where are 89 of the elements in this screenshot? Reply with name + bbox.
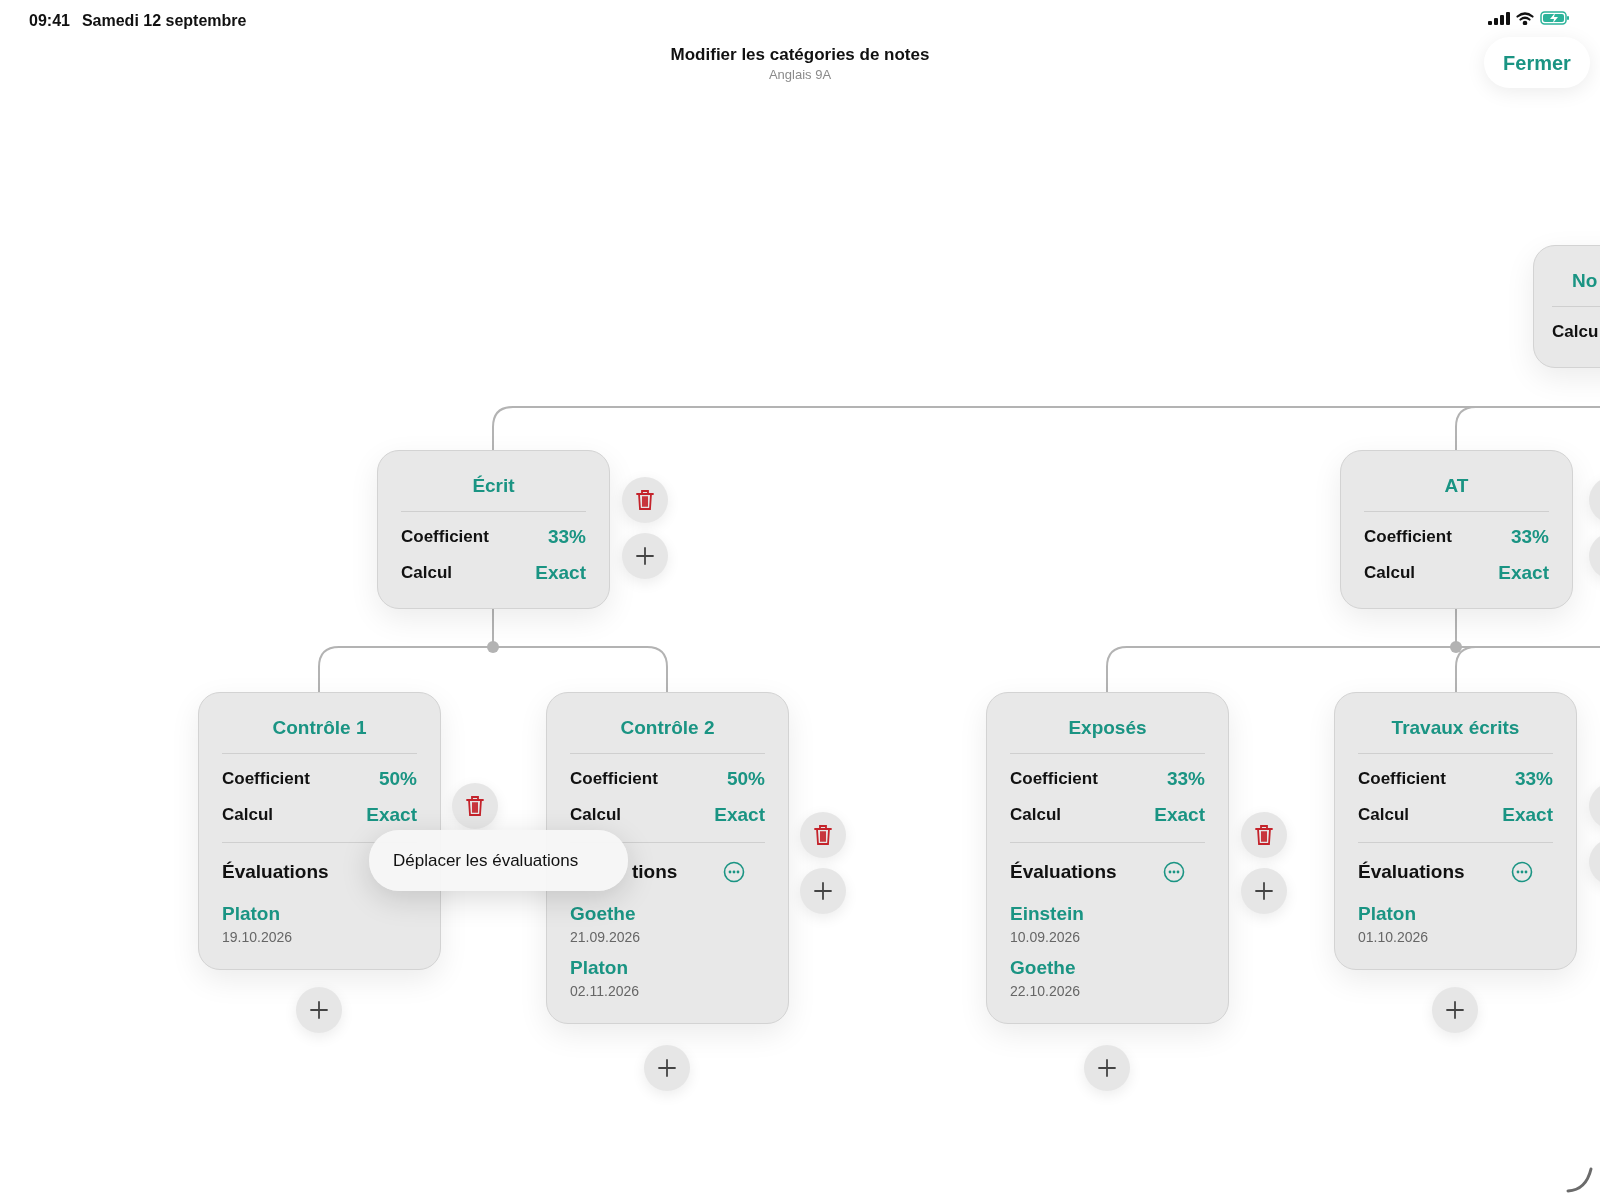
category-card[interactable]: Écrit Coefficient 33% Calcul Exact (377, 450, 610, 609)
evaluation-date: 02.11.2026 (570, 982, 641, 1001)
row-value[interactable]: 33% (1510, 522, 1549, 552)
evaluations-label: Évaluations (1358, 859, 1465, 884)
evaluation-name[interactable]: Platon (570, 955, 765, 981)
plus-icon (636, 547, 654, 565)
plus-icon (310, 1001, 328, 1019)
page-title: Modifier les catégories de notes (670, 44, 930, 66)
evaluation-date: 21.09.2026 (570, 928, 642, 947)
row-label: Calcul (1358, 804, 1410, 827)
junction-dot (1450, 641, 1462, 653)
delete-button[interactable] (452, 783, 498, 829)
category-card[interactable]: No Calcu (1533, 245, 1600, 368)
row-label: Coefficient (1010, 768, 1098, 791)
corner-arc-icon (1566, 1166, 1594, 1194)
row-value[interactable]: 50% (378, 764, 417, 794)
more-icon[interactable] (1163, 861, 1185, 883)
row-label: Coefficient (570, 768, 658, 791)
category-title: Écrit (472, 475, 515, 496)
plus-icon (814, 882, 832, 900)
more-icon[interactable] (723, 861, 745, 883)
add-button[interactable] (296, 987, 342, 1033)
evaluation-date: 01.10.2026 (1358, 928, 1430, 947)
evaluations-label: Évaluations (222, 859, 329, 884)
evaluation-name[interactable]: Goethe (570, 901, 765, 927)
row-label: Coefficient (1358, 768, 1446, 791)
add-button[interactable] (800, 868, 846, 914)
row-value[interactable]: Exact (1498, 558, 1549, 588)
row-value[interactable]: Exact (535, 558, 586, 588)
category-title: Exposés (1068, 717, 1147, 738)
evaluations-label: tions (632, 859, 678, 884)
battery-charging-icon (1540, 11, 1570, 25)
category-title: No (1572, 270, 1598, 291)
evaluation-name[interactable]: Einstein (1010, 901, 1205, 927)
status-time: 09:41 (29, 11, 70, 31)
row-label: Coefficient (401, 526, 489, 549)
trash-icon (466, 795, 484, 817)
status-date: Samedi 12 septembre (81, 11, 247, 31)
row-label: Calcu (1552, 321, 1599, 344)
row-value[interactable]: 33% (1166, 764, 1205, 794)
row-label: Calcul (401, 562, 453, 585)
plus-icon (1446, 1001, 1464, 1019)
row-label: Calcul (1364, 562, 1416, 585)
trash-icon (1255, 824, 1273, 846)
evaluations-label: Évaluations (1010, 859, 1117, 884)
category-card[interactable]: AT Coefficient 33% Calcul Exact (1340, 450, 1573, 609)
row-value[interactable]: Exact (366, 800, 417, 830)
row-value[interactable]: Exact (714, 800, 765, 830)
trash-icon (636, 489, 654, 511)
delete-button[interactable] (800, 812, 846, 858)
plus-icon (658, 1059, 676, 1077)
row-value[interactable]: 33% (1514, 764, 1553, 794)
row-value[interactable]: 33% (547, 522, 586, 552)
add-button[interactable] (622, 533, 668, 579)
row-value[interactable]: 50% (726, 764, 765, 794)
category-title: AT (1444, 475, 1469, 496)
row-value[interactable]: Exact (1502, 800, 1553, 830)
evaluation-date: 22.10.2026 (1010, 982, 1082, 1001)
row-label: Coefficient (1364, 526, 1452, 549)
evaluation-name[interactable]: Platon (1358, 901, 1553, 927)
delete-button[interactable] (1241, 812, 1287, 858)
evaluation-name[interactable]: Platon (222, 901, 417, 927)
evaluation-date: 10.09.2026 (1010, 928, 1082, 947)
row-label: Calcul (570, 804, 622, 827)
evaluation-name[interactable]: Goethe (1010, 955, 1205, 981)
evaluation-date: 19.10.2026 (222, 928, 294, 947)
plus-icon (1098, 1059, 1116, 1077)
trash-icon (814, 824, 832, 846)
add-button[interactable] (1432, 987, 1478, 1033)
delete-button[interactable] (622, 477, 668, 523)
category-title: Contrôle 1 (272, 717, 367, 738)
add-button[interactable] (1084, 1045, 1130, 1091)
category-card[interactable]: Exposés Coefficient 33% Calcul Exact Évaluations Einstein 10.09.2026 Goethe 22.10.2026 (986, 692, 1229, 1024)
signal-icon (1488, 11, 1510, 25)
plus-icon (1255, 882, 1273, 900)
close-button[interactable]: Fermer (1484, 37, 1590, 88)
page-subtitle: Anglais 9A (768, 66, 832, 83)
row-label: Calcul (1010, 804, 1062, 827)
category-title: Contrôle 2 (620, 717, 715, 738)
row-label: Coefficient (222, 768, 310, 791)
junction-dot (487, 641, 499, 653)
category-card[interactable]: Travaux écrits Coefficient 33% Calcul Exact Évaluations Platon 01.10.2026 (1334, 692, 1577, 970)
wifi-icon (1516, 11, 1534, 25)
add-button[interactable] (1241, 868, 1287, 914)
more-icon[interactable] (1511, 861, 1533, 883)
category-title: Travaux écrits (1391, 717, 1520, 738)
add-button[interactable] (644, 1045, 690, 1091)
row-label: Calcul (222, 804, 274, 827)
row-value[interactable]: Exact (1154, 800, 1205, 830)
